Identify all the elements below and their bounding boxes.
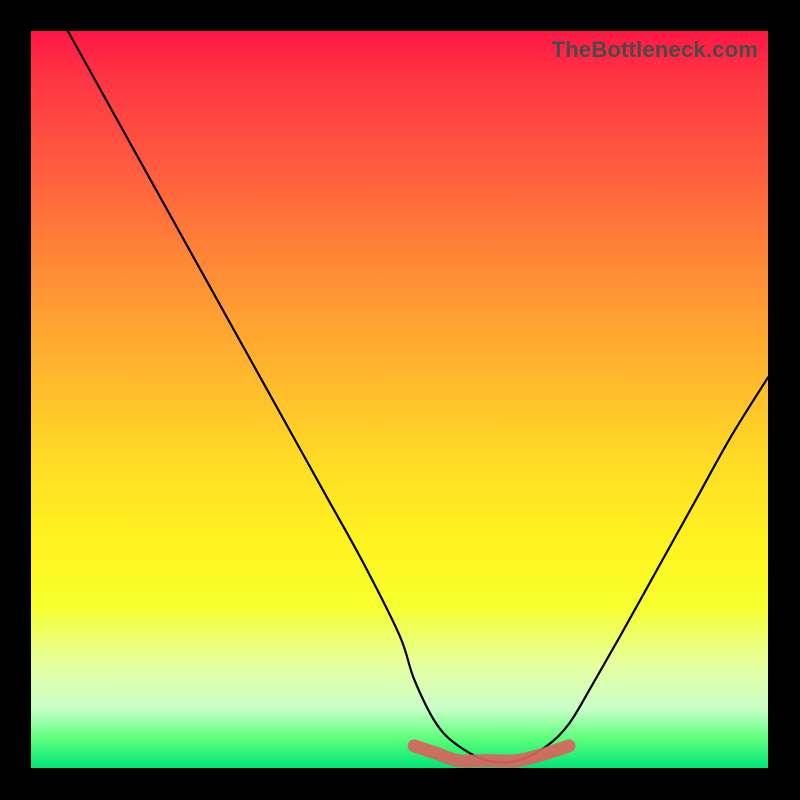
bottleneck-curve <box>68 31 768 762</box>
valley-highlight <box>414 746 569 761</box>
curve-svg <box>31 31 768 768</box>
plot-area: TheBottleneck.com <box>31 31 768 768</box>
chart-frame: TheBottleneck.com <box>0 0 800 800</box>
